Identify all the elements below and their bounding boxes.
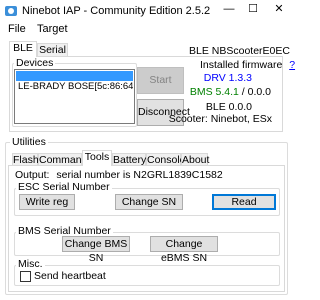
- app-icon: [5, 6, 17, 16]
- firmware-help-link[interactable]: ?: [289, 59, 295, 71]
- window-title: Ninebot IAP - Community Edition 2.5.2: [22, 5, 211, 17]
- installed-firmware-label: Installed firmware ?: [200, 59, 295, 71]
- scooter-model: Scooter: Ninebot, ESx: [168, 113, 272, 125]
- minimize-button[interactable]: —: [218, 0, 240, 20]
- output-label: Output:: [15, 169, 50, 181]
- change-sn-button[interactable]: Change SN: [115, 194, 183, 210]
- device-name: BLE NBScooterE0EC: [189, 45, 290, 57]
- start-scan-button[interactable]: Start scan: [137, 67, 184, 111]
- send-heartbeat-checkbox[interactable]: [20, 271, 31, 282]
- devices-list[interactable]: LE-BRADY BOSE[5c:86:64:d1f0:a: [14, 69, 135, 124]
- misc-label: Misc.: [16, 258, 45, 270]
- output-line: Output: serial number is N2GRL1839C1582: [15, 169, 223, 181]
- send-heartbeat-label[interactable]: Send heartbeat: [34, 270, 106, 282]
- tab-ble[interactable]: BLE: [9, 41, 37, 57]
- output-value: serial number is N2GRL1839C1582: [56, 169, 223, 181]
- write-reg-button[interactable]: Write reg: [19, 194, 75, 210]
- installed-firmware-text: Installed firmware: [200, 59, 283, 71]
- utilities-label: Utilities: [10, 136, 48, 148]
- menu-target[interactable]: Target: [37, 23, 68, 35]
- tab-serial[interactable]: Serial: [37, 43, 68, 57]
- close-button[interactable]: ✕: [268, 0, 290, 20]
- title-bar: Ninebot IAP - Community Edition 2.5.2 — …: [0, 0, 292, 22]
- read-button[interactable]: Read: [212, 194, 276, 210]
- drv-version: DRV 1.3.3: [203, 72, 252, 84]
- devices-label: Devices: [14, 57, 56, 69]
- esc-serial-label: ESC Serial Number: [16, 181, 112, 193]
- bms-version-line: BMS 5.4.1 / 0.0.0: [190, 86, 271, 98]
- change-ebms-sn-button[interactable]: Change eBMS SN: [150, 236, 218, 264]
- bms-version: BMS 5.4.1: [189, 86, 239, 98]
- tab-tools[interactable]: Tools: [82, 150, 112, 166]
- menu-bar: File Target: [0, 22, 292, 38]
- change-bms-sn-button[interactable]: Change BMS SN: [62, 236, 130, 264]
- menu-file[interactable]: File: [8, 23, 26, 35]
- list-item[interactable]: LE-BRADY BOSE[5c:86:64:d1f0:a: [16, 82, 133, 92]
- bms-version-extra: / 0.0.0: [238, 86, 271, 98]
- ble-version: BLE 0.0.0: [205, 101, 252, 113]
- list-item[interactable]: [16, 71, 133, 81]
- maximize-button[interactable]: ☐: [242, 0, 264, 20]
